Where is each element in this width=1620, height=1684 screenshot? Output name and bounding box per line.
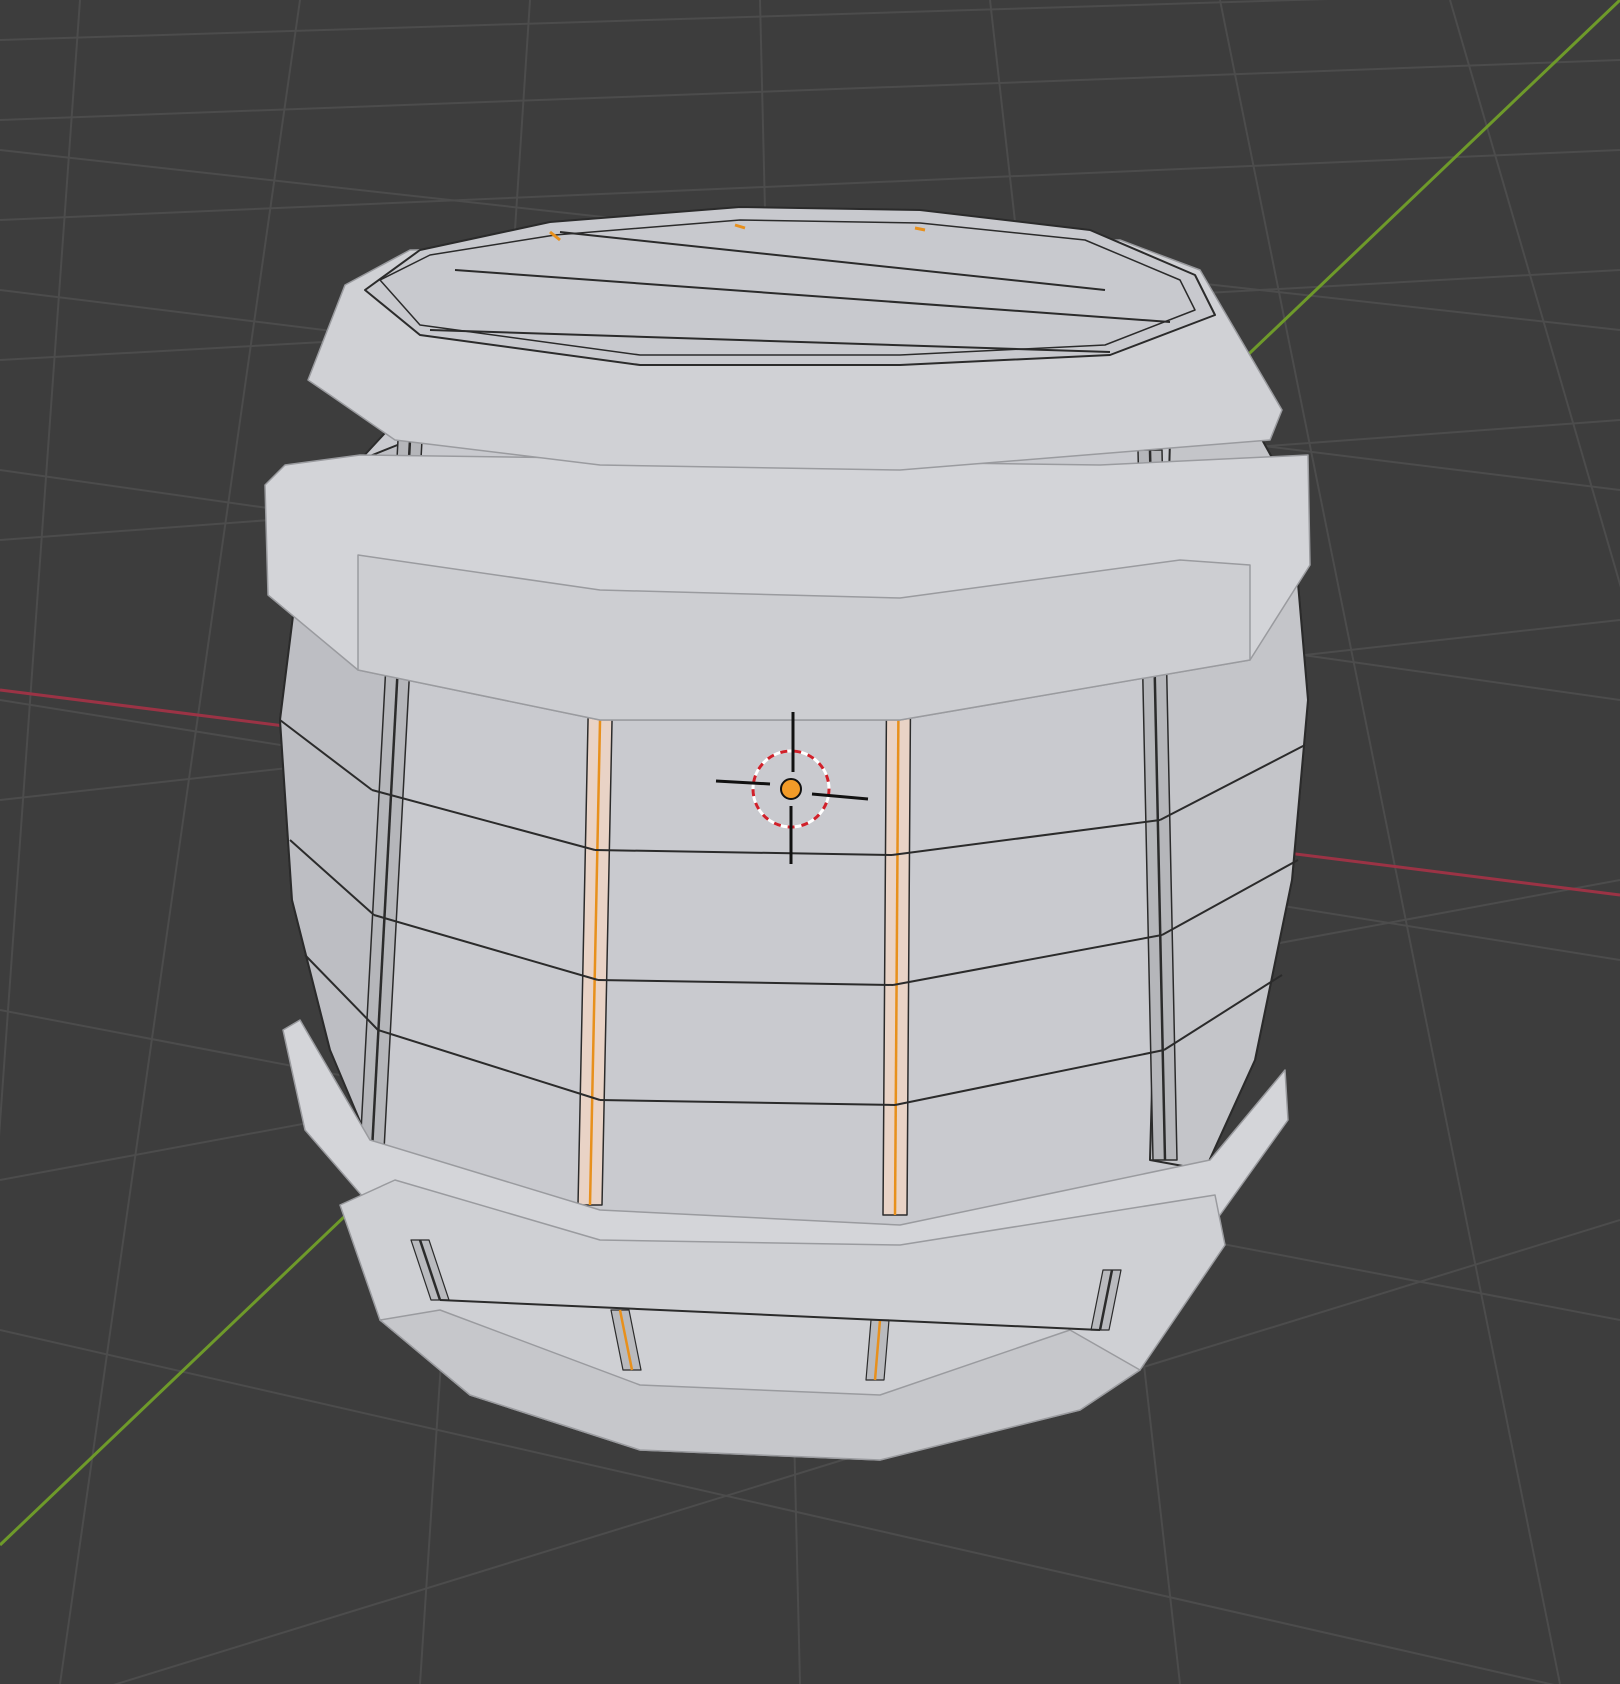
lid-edge-selected-3[interactable] [914,226,926,232]
viewport-canvas[interactable] [0,0,1620,1684]
barrel-mesh[interactable] [264,206,1311,1461]
origin-point[interactable] [780,778,802,800]
3d-viewport[interactable] [0,0,1620,1684]
